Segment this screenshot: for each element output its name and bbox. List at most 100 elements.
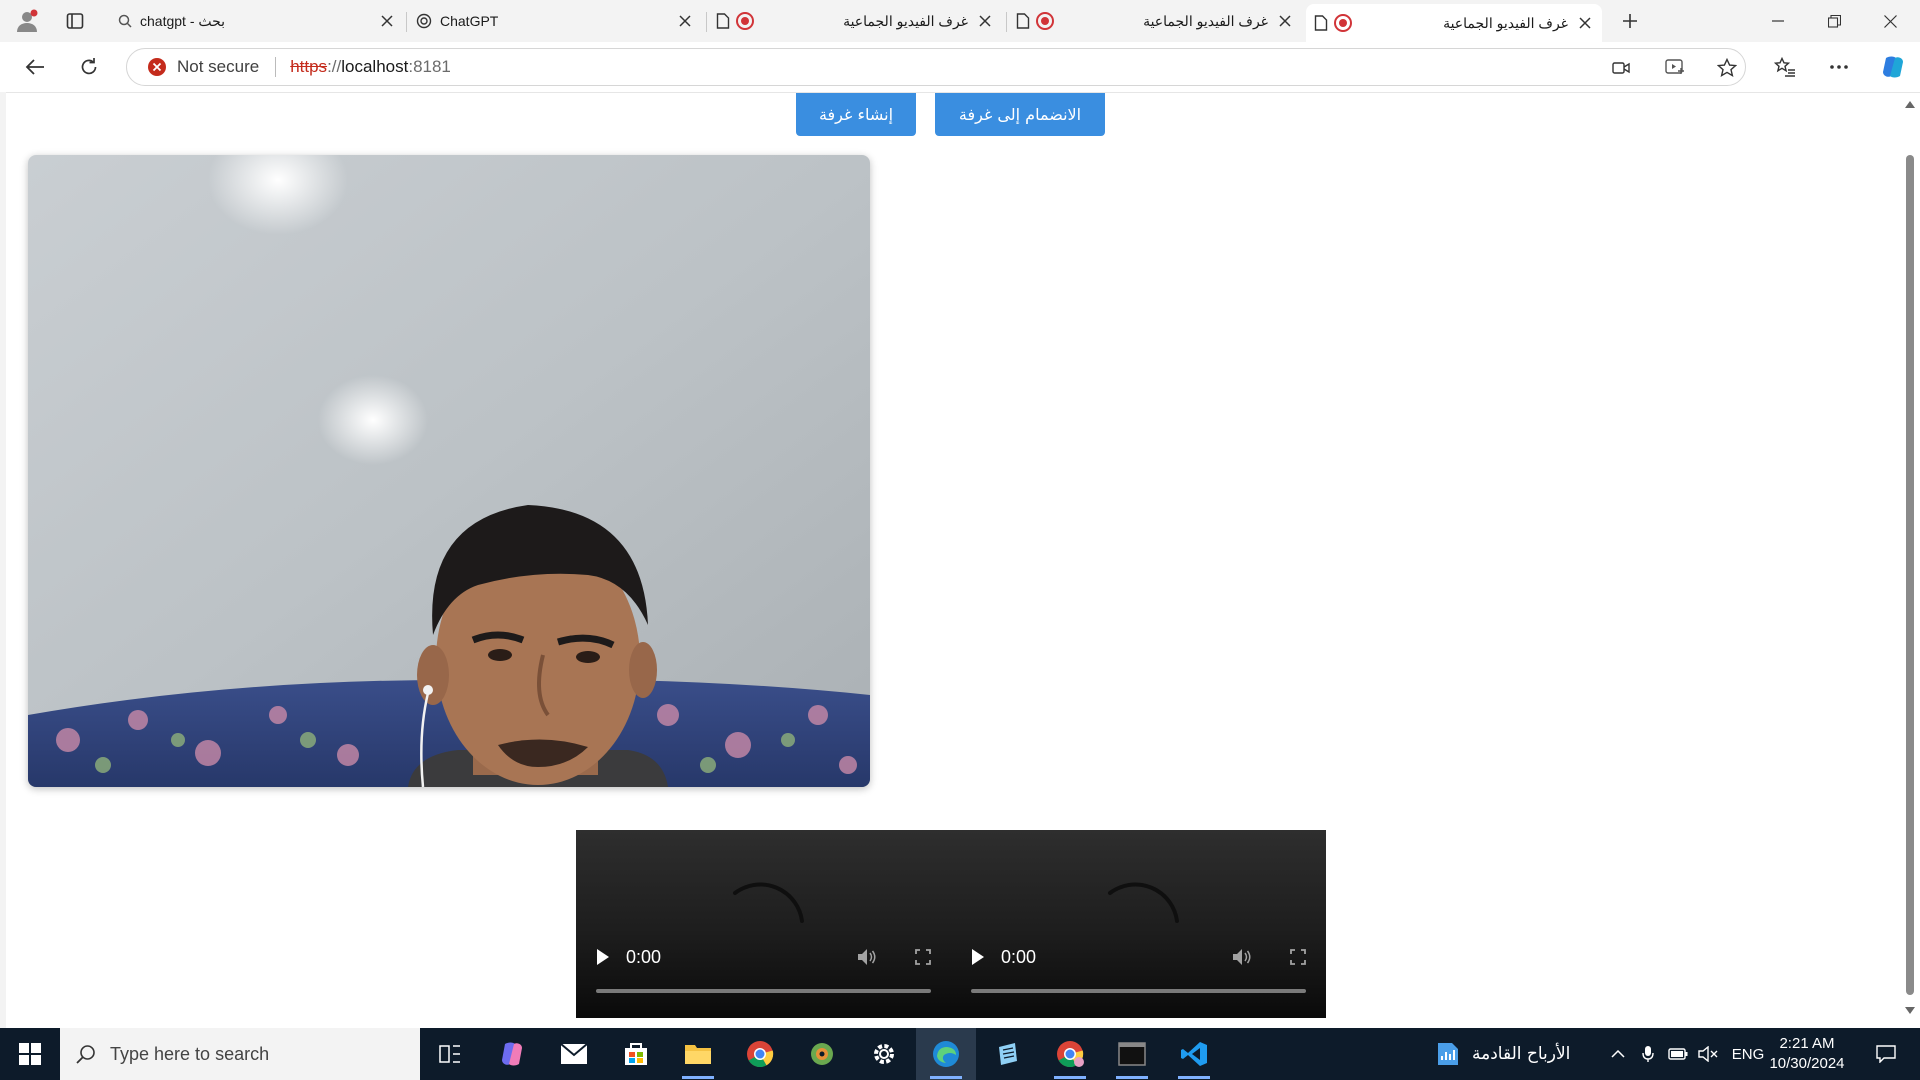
fullscreen-icon[interactable]: [1290, 949, 1306, 965]
tab-separator: [706, 12, 707, 32]
profile-button[interactable]: [10, 5, 44, 37]
tab-video-rooms-1[interactable]: غرف الفيديو الجماعية: [708, 4, 1002, 38]
app-available-icon[interactable]: [1659, 53, 1691, 83]
battery-tray[interactable]: [1664, 1028, 1692, 1080]
show-hidden-icons[interactable]: [1604, 1028, 1632, 1080]
tab-title: ChatGPT: [440, 13, 499, 29]
taskbar-app-chameleon[interactable]: [792, 1028, 852, 1080]
refresh-button[interactable]: [72, 51, 106, 83]
clock-date: 10/30/2024: [1769, 1055, 1845, 1072]
volume-icon[interactable]: [857, 948, 877, 966]
not-secure-icon: [147, 57, 167, 77]
task-view-button[interactable]: [420, 1028, 480, 1080]
edge-icon: [932, 1040, 960, 1068]
favorite-star-icon[interactable]: [1711, 53, 1743, 83]
settings-more-button[interactable]: [1822, 51, 1856, 83]
tab-video-rooms-2[interactable]: غرف الفيديو الجماعية: [1008, 4, 1302, 38]
video-time: 0:00: [626, 946, 662, 967]
stock-news-icon: [1436, 1041, 1460, 1067]
favorites-button[interactable]: [1768, 51, 1802, 83]
close-tab-icon[interactable]: [676, 12, 694, 30]
taskbar-terminal[interactable]: [1102, 1028, 1162, 1080]
clock-time: 2:21 AM: [1779, 1035, 1835, 1052]
remote-video-1[interactable]: 0:00: [576, 830, 951, 1018]
vertical-tabs-icon: [66, 12, 84, 30]
omnibox-divider: [275, 57, 277, 77]
fullscreen-icon[interactable]: [915, 949, 931, 965]
taskbar-clock[interactable]: 2:21 AM 10/30/2024: [1762, 1034, 1852, 1074]
store-icon: [623, 1041, 649, 1067]
close-window-button[interactable]: [1862, 0, 1918, 42]
close-tab-icon[interactable]: [1576, 14, 1594, 32]
video-time: 0:00: [1001, 946, 1037, 967]
page-icon: [716, 13, 730, 29]
taskbar-edge[interactable]: [916, 1028, 976, 1080]
recording-icon: [1334, 14, 1352, 32]
windows-logo-icon: [19, 1043, 41, 1065]
taskbar-vscode[interactable]: [1164, 1028, 1224, 1080]
tab-chatgpt[interactable]: ChatGPT: [408, 4, 702, 38]
widget-text: الأرباح القادمة: [1472, 1044, 1571, 1064]
taskbar-chrome-profile[interactable]: [1040, 1028, 1100, 1080]
tab-title: غرف الفيديو الجماعية: [843, 12, 968, 29]
taskbar-mail[interactable]: [544, 1028, 604, 1080]
video-progress-bar[interactable]: [596, 989, 931, 993]
url-scheme: https: [290, 57, 328, 76]
volume-icon[interactable]: [1232, 948, 1252, 966]
url-separator: ://: [327, 57, 342, 76]
scroll-up-icon[interactable]: [1905, 101, 1915, 108]
tab-chatgpt-search[interactable]: chatgpt - بحث: [110, 4, 404, 38]
camera-in-use-icon[interactable]: [1605, 53, 1637, 83]
join-room-button[interactable]: الانضمام إلى غرفة: [935, 93, 1105, 136]
taskbar-copilot[interactable]: [482, 1028, 542, 1080]
taskbar-chrome[interactable]: [730, 1028, 790, 1080]
tab-title: غرف الفيديو الجماعية: [1143, 12, 1268, 29]
microphone-tray[interactable]: [1634, 1028, 1662, 1080]
security-label[interactable]: Not secure: [177, 57, 259, 77]
taskbar-store[interactable]: [606, 1028, 666, 1080]
notification-center-button[interactable]: [1866, 1028, 1906, 1080]
minimize-icon: [1772, 15, 1784, 27]
local-video[interactable]: [28, 155, 870, 787]
new-tab-button[interactable]: [1613, 5, 1647, 37]
play-icon[interactable]: [596, 949, 610, 965]
camera-feed-image: [28, 155, 870, 787]
url-port: :8181: [408, 57, 451, 76]
page-scrollbar[interactable]: [1900, 93, 1920, 1028]
profile-avatar-icon: [15, 9, 39, 33]
more-dots-icon: [1829, 64, 1849, 70]
tab-actions-button[interactable]: [58, 5, 92, 37]
taskbar-file-explorer[interactable]: [668, 1028, 728, 1080]
address-bar[interactable]: Not secure https://localhost:8181: [126, 48, 1746, 86]
taskbar-search-box[interactable]: Type here to search: [60, 1028, 420, 1080]
taskbar-notepad[interactable]: [978, 1028, 1038, 1080]
search-icon: [76, 1044, 96, 1064]
task-view-icon: [439, 1044, 461, 1064]
terminal-icon: [1118, 1042, 1146, 1066]
volume-tray[interactable]: [1694, 1028, 1722, 1080]
close-tab-icon[interactable]: [976, 12, 994, 30]
tab-title: غرف الفيديو الجماعية: [1443, 14, 1568, 31]
play-icon[interactable]: [971, 949, 985, 965]
copilot-button[interactable]: [1876, 51, 1910, 83]
video-progress-bar[interactable]: [971, 989, 1306, 993]
scrollbar-thumb[interactable]: [1906, 155, 1914, 995]
notification-icon: [1876, 1045, 1896, 1063]
restore-button[interactable]: [1806, 0, 1862, 42]
close-tab-icon[interactable]: [1276, 12, 1294, 30]
close-tab-icon[interactable]: [378, 12, 396, 30]
tab-video-rooms-active[interactable]: غرف الفيديو الجماعية: [1306, 4, 1602, 42]
chatgpt-icon: [416, 13, 432, 29]
remote-video-2[interactable]: 0:00: [951, 830, 1326, 1018]
minimize-button[interactable]: [1750, 0, 1806, 42]
chrome-icon: [1056, 1040, 1084, 1068]
refresh-icon: [79, 57, 99, 77]
restore-icon: [1827, 14, 1841, 28]
back-button[interactable]: [18, 51, 52, 83]
taskbar-settings[interactable]: [854, 1028, 914, 1080]
create-room-button[interactable]: إنشاء غرفة: [796, 93, 916, 136]
start-button[interactable]: [0, 1028, 60, 1080]
remote-videos-container: 0:00 0:00: [576, 830, 1326, 1018]
taskbar-widget[interactable]: الأرباح القادمة: [1436, 1028, 1570, 1080]
scroll-down-icon[interactable]: [1905, 1007, 1915, 1014]
